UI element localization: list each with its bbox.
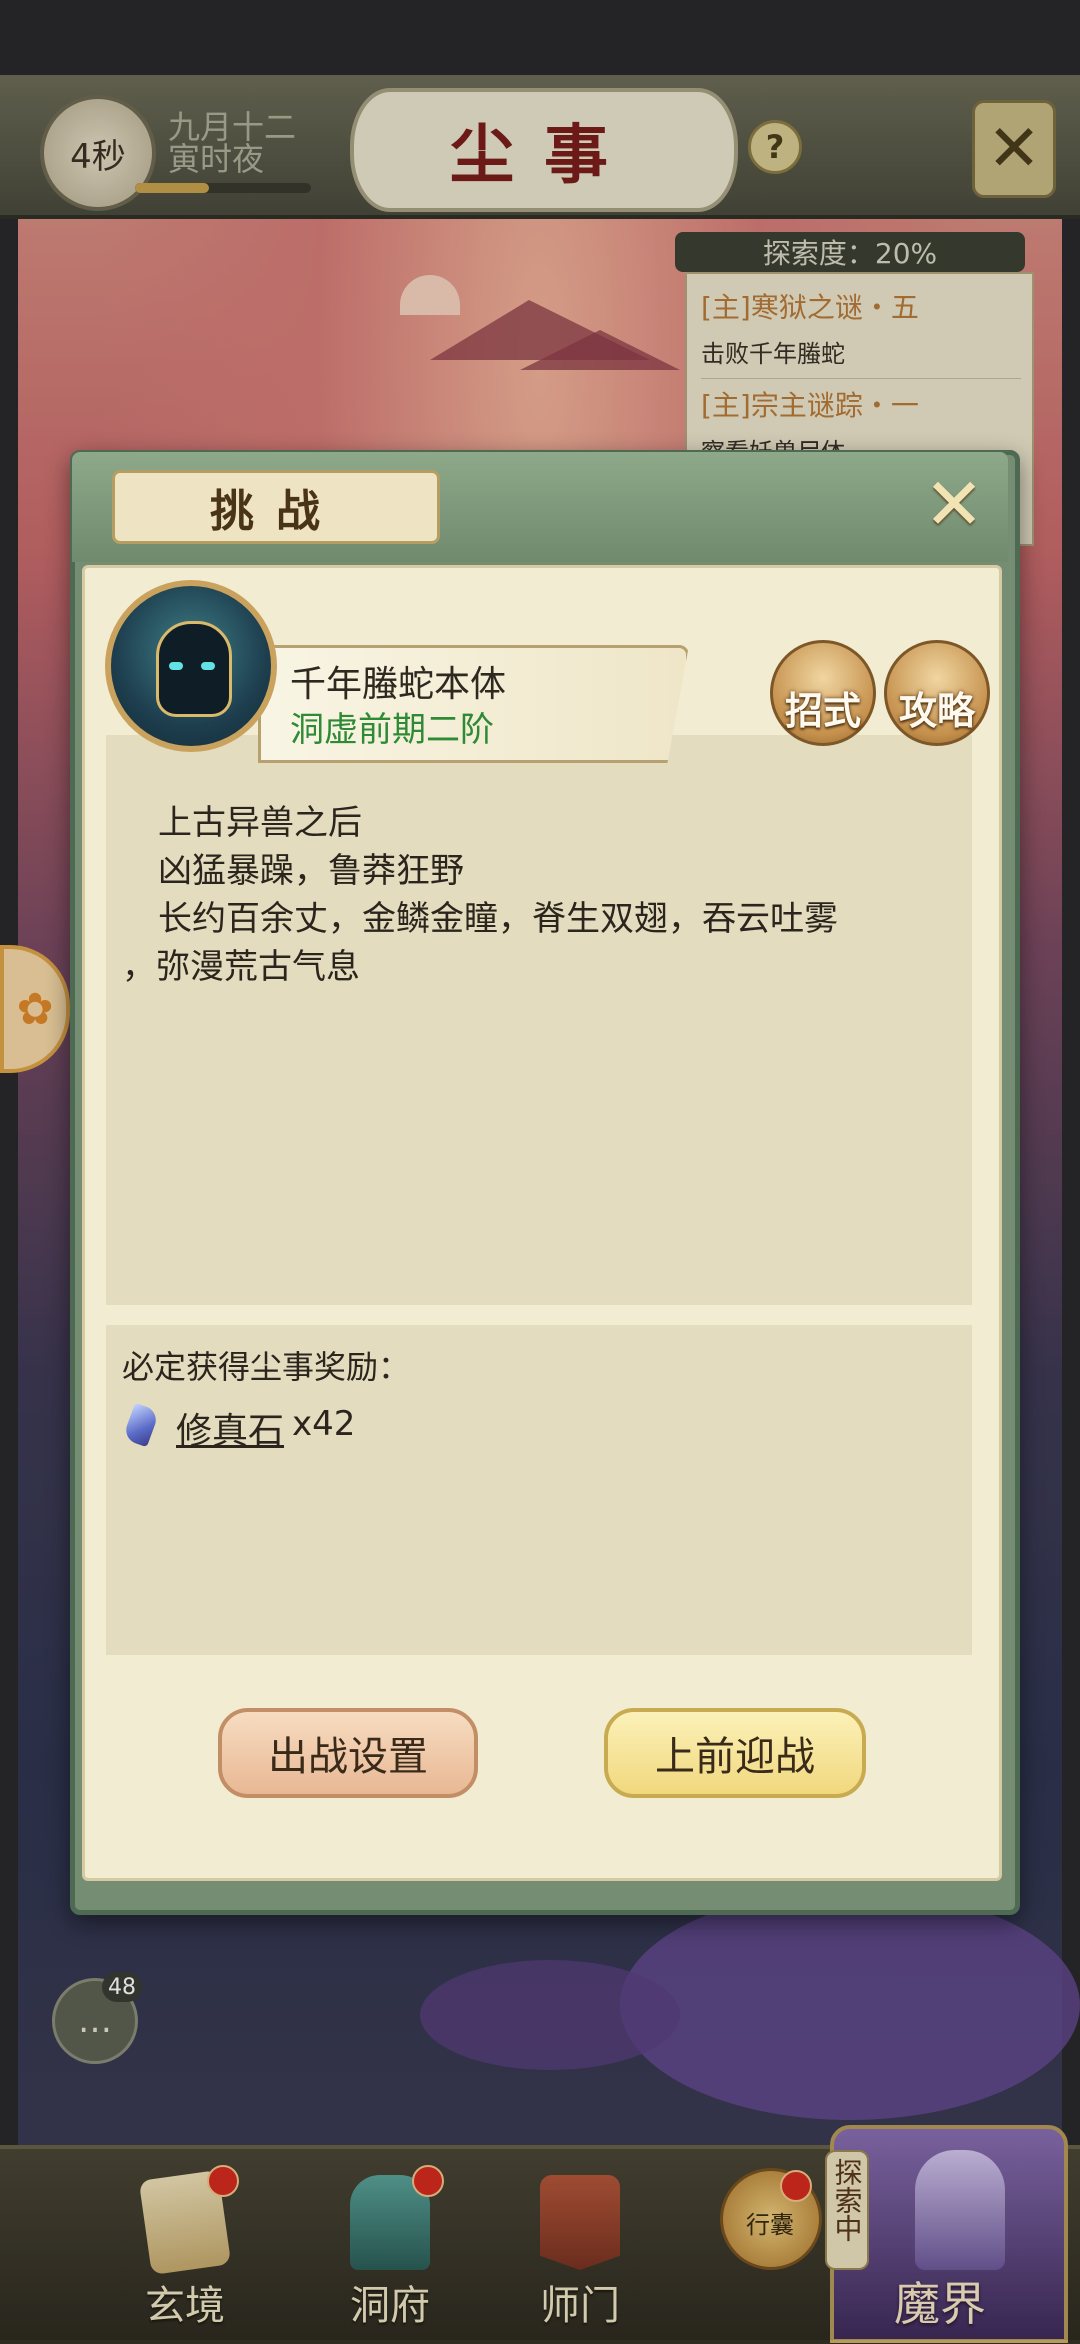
boss-name: 千年螣蛇本体 [290, 664, 507, 705]
boss-portrait [105, 580, 277, 752]
moves-label: 招式 [784, 688, 861, 733]
reward-item-quantity: x42 [292, 1404, 356, 1444]
dialog-title: 挑战 [112, 470, 440, 544]
moves-button[interactable]: 招式 [770, 640, 876, 746]
battle-setup-button[interactable]: 出战设置 [218, 1708, 478, 1798]
dragon-head-icon [156, 621, 232, 717]
fight-button[interactable]: 上前迎战 [604, 1708, 866, 1798]
description-line: 长约百余丈，金鳞金瞳，脊生双翅，吞云吐雾 [158, 899, 838, 939]
description-line: 凶猛暴躁，鲁莽狂野 [158, 851, 464, 891]
guide-label: 攻略 [898, 688, 975, 733]
eye-icon [169, 662, 183, 670]
boss-realm: 洞虚前期二阶 [290, 710, 494, 750]
description-line: ，弥漫荒古气息 [122, 947, 360, 987]
reward-item-link[interactable]: 修真石 [176, 1402, 284, 1454]
eye-icon [201, 662, 215, 670]
guide-button[interactable]: 攻略 [884, 640, 990, 746]
reward-title: 必定获得尘事奖励： [122, 1348, 411, 1386]
close-icon[interactable]: ✕ [920, 462, 988, 546]
description-line: 上古异兽之后 [158, 803, 362, 843]
